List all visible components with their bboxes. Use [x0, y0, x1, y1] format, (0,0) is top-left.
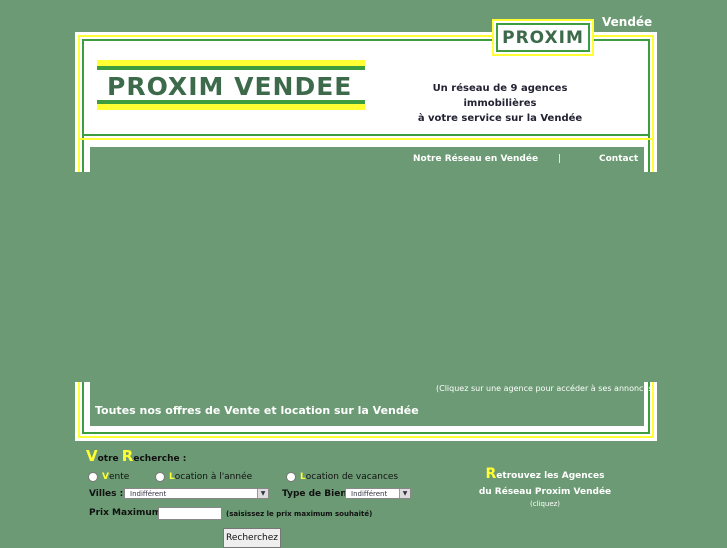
price-hint: (saisissez le prix maximum souhaité) [226, 510, 373, 518]
small-logo-text: PROXIM [502, 28, 584, 48]
radio-label: ocation à l'année [174, 472, 253, 482]
city-label: Villes : [89, 489, 124, 499]
city-select[interactable]: Indifférent ▼ [124, 488, 269, 499]
small-logo[interactable]: PROXIM [492, 19, 594, 56]
price-label: Prix Maximum : [89, 508, 168, 518]
main-logo[interactable]: PROXIM VENDEE [97, 60, 365, 110]
search-title: Votre Recherche : [86, 447, 186, 465]
nav-link-network[interactable]: Notre Réseau en Vendée [413, 154, 538, 164]
search-title-initial-v: V [86, 447, 98, 465]
radio-label: ocation de vacances [305, 472, 399, 482]
agencies-line3: (cliquez) [529, 500, 561, 508]
radio-button[interactable] [88, 472, 98, 482]
radio-button[interactable] [155, 472, 165, 482]
radio-location-annee[interactable]: Location à l'année [155, 472, 252, 482]
navbar: Notre Réseau en Vendée | Contact [90, 147, 644, 172]
tagline-line2: à votre service sur la Vendée [417, 113, 583, 124]
radio-initial: V [102, 472, 109, 482]
tagline: Un réseau de 9 agences immobilières à vo… [400, 81, 600, 126]
radio-button[interactable] [286, 472, 296, 482]
agencies-line2: du Réseau Proxim Vendée [478, 487, 612, 497]
nav-link-contact[interactable]: Contact [599, 154, 638, 164]
nav-separator: | [558, 154, 562, 164]
radio-location-vacances[interactable]: Location de vacances [286, 472, 398, 482]
region-title: Vendée [602, 15, 653, 29]
agencies-link[interactable]: Retrouvez les Agences du Réseau Proxim V… [460, 466, 630, 509]
radio-vente[interactable]: Vente [88, 472, 129, 482]
city-select-value: Indifférent [130, 490, 167, 498]
type-label: Type de Bien : [282, 489, 354, 499]
search-button[interactable]: Recherchez [223, 528, 281, 548]
main-logo-text: PROXIM VENDEE [107, 72, 353, 101]
chevron-down-icon: ▼ [257, 489, 268, 498]
agencies-line1: etrouvez les Agences [496, 471, 605, 481]
radio-label: ente [108, 472, 130, 482]
search-title-initial-r: R [121, 447, 134, 465]
price-input[interactable] [158, 507, 222, 520]
tagline-line1: Un réseau de 9 agences immobilières [432, 83, 568, 109]
chevron-down-icon: ▼ [399, 489, 410, 498]
offers-title[interactable]: Toutes nos offres de Vente et location s… [95, 404, 419, 417]
type-select-value: Indifférent [351, 490, 388, 498]
agency-hint: (Cliquez sur une agence pour accéder à s… [436, 384, 656, 393]
type-select[interactable]: Indifférent ▼ [345, 488, 411, 499]
search-title-part1: otre [97, 454, 122, 464]
search-title-part2: echerche : [133, 454, 187, 464]
agencies-initial: R [485, 466, 497, 482]
